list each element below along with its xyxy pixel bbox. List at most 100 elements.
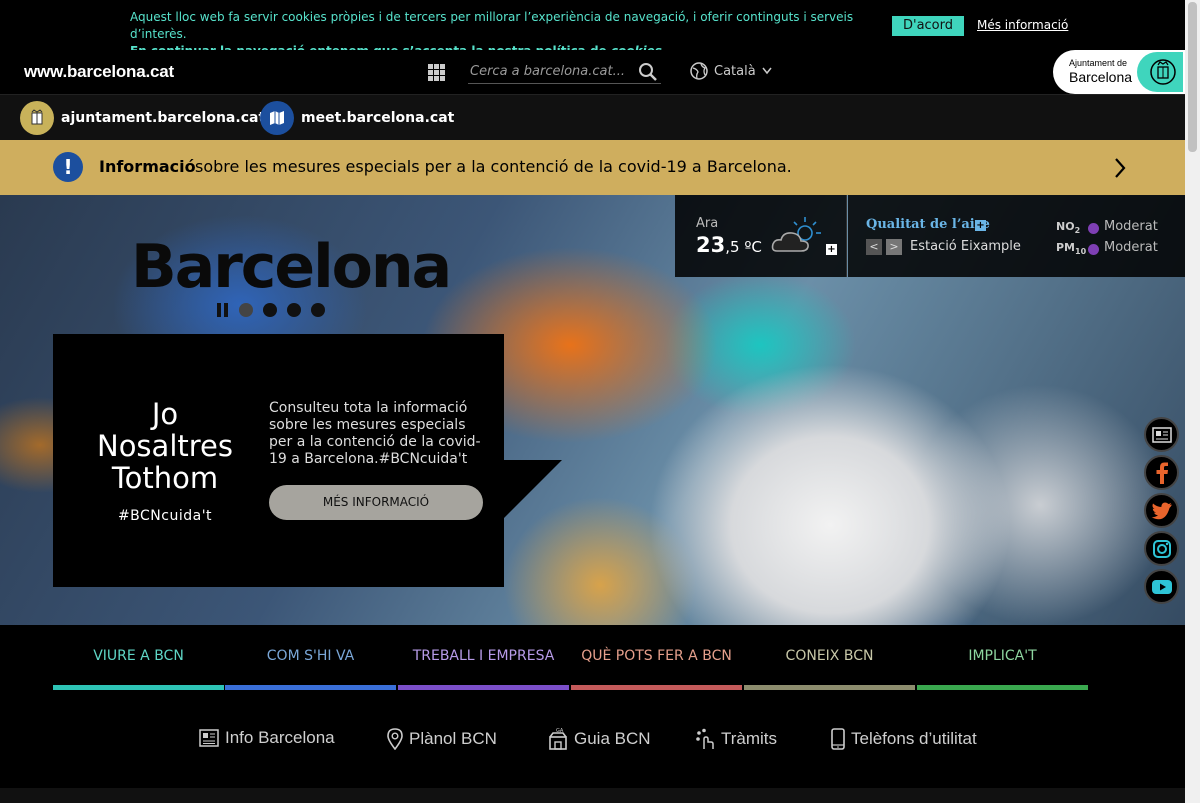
cookie-more-info-link[interactable]: Més informació [977, 18, 1068, 32]
exclamation-icon: ! [53, 152, 83, 182]
language-select[interactable]: Català [690, 62, 772, 80]
nav-item-coneix[interactable]: CONEIX BCN [744, 625, 915, 690]
util-label: Telèfons d’utilitat [851, 729, 977, 748]
nav-label: TREBALL I EMPRESA [412, 648, 555, 664]
util-planol-bcn[interactable]: Plànol BCN [387, 728, 497, 750]
util-label: Tràmits [721, 729, 778, 748]
promo-heading-line: Jo [151, 397, 179, 431]
carousel-dot[interactable] [239, 303, 253, 317]
footer-strip [0, 788, 1185, 803]
facebook-icon [1156, 462, 1168, 484]
util-telefons[interactable]: Telèfons d’utilitat [831, 728, 977, 750]
partly-cloudy-icon [771, 217, 821, 252]
cookie-accept-button[interactable]: D'acord [892, 16, 964, 36]
air-quality-title[interactable]: Qualitat de l’aire [866, 217, 990, 232]
newspaper-icon [199, 729, 219, 747]
weather-plus-icon[interactable]: + [826, 244, 837, 255]
map-icon [260, 101, 294, 135]
guide-building-icon: GA [549, 728, 567, 750]
cookie-bar: Aquest lloc web fa servir cookies pròpie… [0, 0, 1185, 58]
promo-text: Consulteu tota la informació sobre les m… [269, 400, 481, 467]
more-info-button[interactable]: MÉS INFORMACIÓ [269, 485, 483, 520]
chevron-down-icon [762, 67, 772, 75]
nav-item-com-shi-va[interactable]: COM S'HI VA [225, 625, 396, 690]
temp-decimal: ,5 [725, 238, 740, 256]
promo-hashtag: #BCNcuida't [117, 508, 213, 524]
util-tramits[interactable]: Tràmits [695, 728, 777, 750]
ajuntament-logo[interactable]: Ajuntament de Barcelona [1053, 50, 1185, 94]
pause-icon[interactable] [217, 303, 229, 317]
instagram-button[interactable] [1144, 531, 1179, 566]
temp-integer: 23 [696, 233, 726, 257]
facebook-button[interactable] [1144, 455, 1179, 490]
svg-text:GA: GA [556, 728, 564, 734]
language-label: Català [714, 63, 756, 79]
air-quality-widget: Qualitat de l’aire + < > Estació Eixampl… [848, 195, 1185, 277]
promo-heading-line: Nosaltres [97, 429, 233, 463]
status-dot [1088, 223, 1099, 234]
next-station-button[interactable]: > [886, 239, 902, 255]
carousel-dot[interactable] [263, 303, 277, 317]
covid-info-banner[interactable]: ! Informació sobre les mesures especials… [0, 140, 1185, 195]
hand-pointer-icon [696, 728, 714, 749]
weather-temperature: 23,5 ºC [696, 233, 762, 257]
portal-label: ajuntament.barcelona.cat [61, 110, 266, 126]
nav-label: VIURE A BCN [93, 648, 184, 664]
promo-card: Jo Nosaltres Tothom #BCNcuida't Consulte… [53, 334, 504, 587]
carousel-dot[interactable] [287, 303, 301, 317]
util-info-barcelona[interactable]: Info Barcelona [199, 728, 335, 748]
status-dot [1088, 244, 1099, 255]
youtube-icon [1151, 579, 1172, 594]
newspaper-icon [1151, 426, 1172, 443]
globe-icon [690, 62, 708, 80]
pollutant-status: Moderat [1104, 219, 1158, 234]
carousel-dot[interactable] [311, 303, 325, 317]
pollutant-no2: NO2 [1056, 220, 1081, 236]
search-input[interactable] [468, 60, 661, 84]
util-label: Plànol BCN [409, 729, 497, 748]
util-label: Guia BCN [574, 729, 651, 748]
temp-unit: ºC [739, 238, 762, 256]
pollutant-pm10: PM10 [1056, 241, 1087, 257]
apps-grid-icon[interactable] [428, 64, 445, 81]
prev-station-button[interactable]: < [866, 239, 882, 255]
nav-item-implicat[interactable]: IMPLICA'T [917, 625, 1088, 690]
weather-widget[interactable]: Ara 23,5 ºC + [675, 195, 847, 277]
promo-heading-line: Tothom [111, 461, 219, 495]
util-label: Info Barcelona [225, 728, 335, 747]
page-scrollbar[interactable] [1185, 0, 1200, 803]
carousel-controls [217, 303, 325, 317]
nav-label: CONEIX BCN [785, 648, 874, 664]
site-header: www.barcelona.cat Català Ajuntament de B… [0, 50, 1185, 94]
util-guia-bcn[interactable]: GA Guia BCN [548, 728, 651, 750]
news-button[interactable] [1144, 417, 1179, 452]
site-title[interactable]: www.barcelona.cat [24, 62, 174, 82]
weather-label: Ara [696, 216, 719, 231]
scrollbar-thumb[interactable] [1188, 2, 1197, 152]
air-quality-plus-icon[interactable]: + [975, 220, 986, 231]
nav-item-treball[interactable]: TREBALL I EMPRESA [398, 625, 569, 690]
utility-links: Info Barcelona Plànol BCN GA Guia BCN Tr… [0, 690, 1185, 788]
mobile-phone-icon [831, 728, 845, 750]
portal-label: meet.barcelona.cat [301, 110, 455, 126]
hero-title: Barcelona [131, 232, 452, 302]
main-navigation: VIURE A BCN COM S'HI VA TREBALL I EMPRES… [0, 625, 1185, 690]
city-seal-icon [20, 101, 54, 135]
portal-meet[interactable]: meet.barcelona.cat [260, 101, 454, 135]
info-text: sobre les mesures especials per a la con… [195, 157, 792, 176]
chevron-right-icon[interactable] [1114, 157, 1126, 179]
youtube-button[interactable] [1144, 569, 1179, 604]
promo-heading: Jo Nosaltres Tothom [53, 398, 277, 494]
logo-big-text: Barcelona [1069, 69, 1133, 85]
instagram-icon [1152, 539, 1171, 558]
nav-label: QUÈ POTS FER A BCN [581, 648, 732, 664]
portal-ajuntament[interactable]: ajuntament.barcelona.cat [20, 101, 265, 135]
map-pin-icon [387, 728, 403, 750]
search-icon[interactable] [638, 62, 658, 82]
nav-item-que-pots-fer[interactable]: QUÈ POTS FER A BCN [571, 625, 742, 690]
portal-bar: ajuntament.barcelona.cat meet.barcelona.… [0, 94, 1185, 140]
cookie-line-1: Aquest lloc web fa servir cookies pròpie… [130, 10, 854, 41]
twitter-button[interactable] [1144, 493, 1179, 528]
nav-item-viure[interactable]: VIURE A BCN [53, 625, 224, 690]
pollutant-status: Moderat [1104, 240, 1158, 255]
